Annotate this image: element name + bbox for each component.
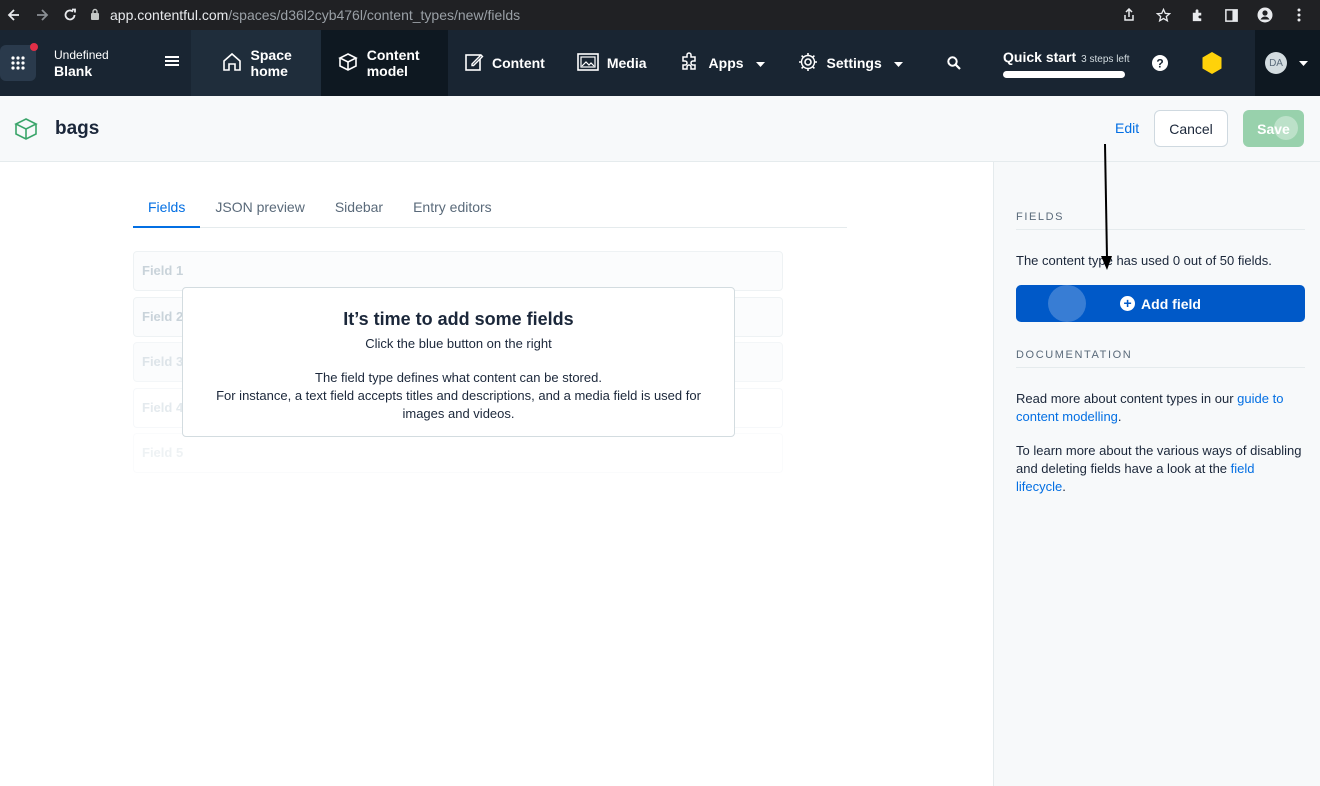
space-switcher[interactable]: Undefined Blank xyxy=(0,30,191,96)
url-path: /spaces/d36l2cyb476l/content_types/new/f… xyxy=(228,7,521,23)
nav-content[interactable]: Content xyxy=(448,30,561,96)
caret-down-icon xyxy=(893,55,903,71)
edit-icon xyxy=(464,52,484,75)
avatar: DA xyxy=(1265,52,1288,74)
star-icon[interactable] xyxy=(1148,0,1178,30)
content-model-icon xyxy=(337,51,359,76)
placeholder-field-row: Field 1 xyxy=(133,251,783,291)
notification-dot xyxy=(30,43,38,51)
share-icon[interactable] xyxy=(1114,0,1144,30)
home-icon xyxy=(221,51,243,76)
quick-start-steps: 3 steps left xyxy=(1081,53,1130,65)
nav-apps[interactable]: Apps xyxy=(663,30,781,96)
sidebar-icon[interactable] xyxy=(1216,0,1246,30)
cancel-button[interactable]: Cancel xyxy=(1154,110,1228,147)
fields-usage-text: The content type has used 0 out of 50 fi… xyxy=(1016,253,1272,268)
help-icon[interactable]: ? xyxy=(1137,30,1183,96)
empty-state-card: It’s time to add some fields Click the b… xyxy=(182,287,735,437)
tab-json-preview[interactable]: JSON preview xyxy=(200,190,319,228)
empty-state-subtitle: Click the blue button on the right xyxy=(365,336,552,351)
search-icon[interactable] xyxy=(931,30,977,96)
media-icon xyxy=(577,52,599,75)
doc-paragraph-1: Read more about content types in our gui… xyxy=(1016,391,1284,424)
kebab-menu-icon[interactable] xyxy=(1284,0,1314,30)
app-top-nav: Undefined Blank Space home Content model C… xyxy=(0,30,1320,96)
doc-paragraph-2: To learn more about the various ways of … xyxy=(1016,443,1302,494)
annotation-arrow-icon xyxy=(1101,144,1112,270)
account-menu[interactable]: DA xyxy=(1255,30,1320,96)
svg-text:?: ? xyxy=(1156,57,1163,71)
nav-content-model[interactable]: Content model xyxy=(320,30,448,96)
caret-down-icon xyxy=(755,55,765,71)
page-title: bags xyxy=(55,117,100,139)
forward-icon[interactable] xyxy=(28,0,56,30)
reload-icon[interactable] xyxy=(56,0,84,30)
add-field-button[interactable]: + Add field xyxy=(1016,285,1305,322)
hexagon-badge-icon[interactable] xyxy=(1189,30,1235,96)
right-sidebar: FIELDS The content type has used 0 out o… xyxy=(993,162,1320,786)
address-bar[interactable]: app.contentful.com/spaces/d36l2cyb476l/c… xyxy=(90,3,1134,27)
nav-settings[interactable]: Settings xyxy=(781,30,919,96)
empty-state-description: The field type defines what content can … xyxy=(216,370,701,421)
fields-heading: FIELDS xyxy=(1016,211,1305,230)
gear-icon xyxy=(797,51,819,76)
space-name: Blank xyxy=(54,63,93,79)
browser-toolbar: app.contentful.com/spaces/d36l2cyb476l/c… xyxy=(0,0,1320,30)
save-button[interactable]: Save xyxy=(1243,110,1304,147)
content-type-header: bags Edit Cancel Save xyxy=(0,96,1320,162)
caret-down-icon xyxy=(1299,54,1309,72)
app-grid-icon[interactable] xyxy=(0,43,38,81)
documentation-heading: DOCUMENTATION xyxy=(1016,349,1305,368)
profile-icon[interactable] xyxy=(1250,0,1280,30)
puzzle-icon xyxy=(679,51,701,76)
hamburger-menu-icon[interactable] xyxy=(164,54,179,72)
quick-start-widget[interactable]: Quick start 3 steps left xyxy=(1003,30,1132,96)
main-content: Fields JSON preview Sidebar Entry editor… xyxy=(0,162,993,786)
lock-icon xyxy=(90,7,100,23)
org-name: Undefined xyxy=(54,48,109,62)
placeholder-field-row: Field 5 xyxy=(133,433,783,473)
plus-circle-icon: + xyxy=(1120,296,1136,311)
tab-sidebar[interactable]: Sidebar xyxy=(320,190,398,228)
back-icon[interactable] xyxy=(0,0,28,30)
nav-space-home[interactable]: Space home xyxy=(190,30,321,96)
url-host: app.contentful.com xyxy=(110,7,229,23)
quick-start-title: Quick start xyxy=(1003,48,1077,65)
tab-entry-editors[interactable]: Entry editors xyxy=(398,190,507,228)
content-type-icon xyxy=(12,115,40,143)
content-type-tabs: Fields JSON preview Sidebar Entry editor… xyxy=(133,190,847,228)
empty-state-title: It’s time to add some fields xyxy=(343,309,574,329)
quick-start-progress xyxy=(1003,70,1126,78)
extensions-icon[interactable] xyxy=(1182,0,1212,30)
nav-media[interactable]: Media xyxy=(561,30,663,96)
edit-link[interactable]: Edit xyxy=(1115,120,1139,136)
tab-fields[interactable]: Fields xyxy=(133,190,201,228)
